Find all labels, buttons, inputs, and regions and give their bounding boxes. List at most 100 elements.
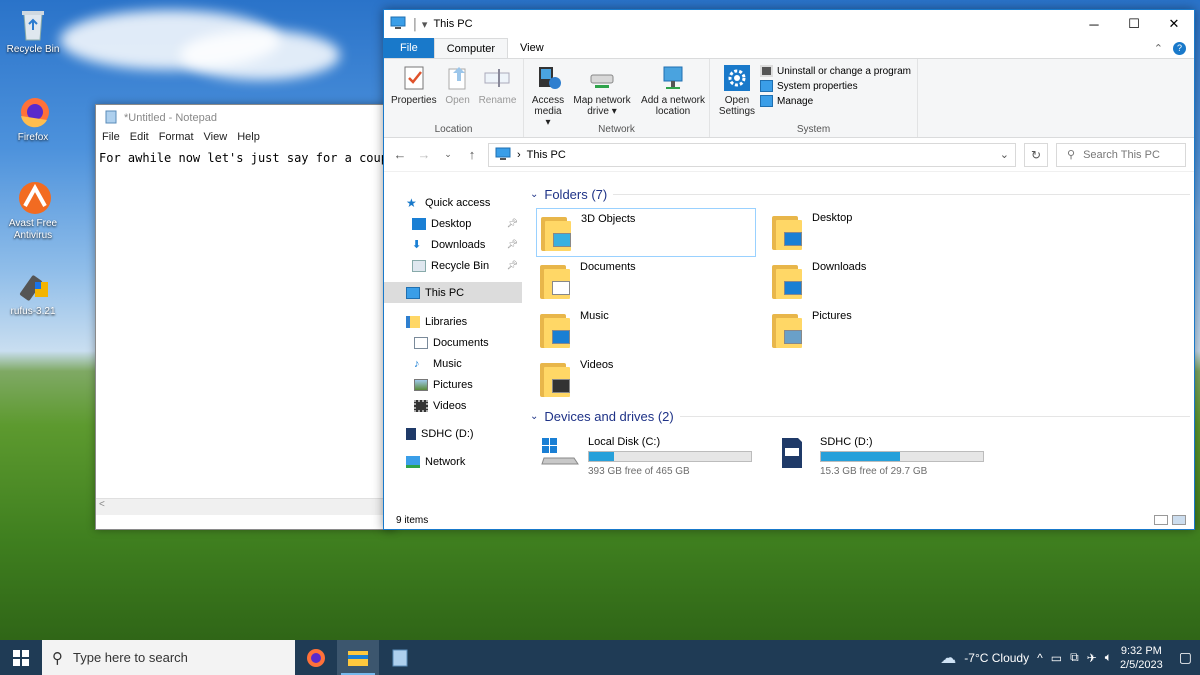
nav-item-quick-access[interactable]: ★ Quick access	[384, 192, 522, 213]
tab-view[interactable]: View	[508, 38, 556, 58]
file-explorer-window[interactable]: │ ▾ This PC ─ ☐ ✕ File Computer View ⌃? …	[383, 9, 1195, 530]
menu-edit[interactable]: Edit	[130, 131, 149, 149]
open-settings-button[interactable]: Open Settings	[714, 63, 760, 121]
address-dropdown[interactable]: ⌄	[1000, 148, 1009, 161]
battery-icon[interactable]: ▭	[1051, 651, 1062, 665]
properties-button[interactable]: Properties	[388, 63, 440, 121]
notepad-title: *Untitled - Notepad	[124, 112, 217, 124]
nav-label: Desktop	[431, 217, 472, 230]
nav-label: Videos	[433, 399, 467, 412]
notepad-icon	[392, 649, 408, 666]
taskbar-notepad[interactable]	[379, 640, 421, 675]
folder-item[interactable]: Downloads	[768, 257, 988, 306]
forward-button[interactable]: →	[416, 147, 432, 162]
system-properties-button[interactable]: System properties	[760, 80, 911, 92]
folder-item[interactable]: Documents	[536, 257, 756, 306]
weather-widget[interactable]: -7°C Cloudy	[964, 651, 1029, 665]
manage-button[interactable]: Manage	[760, 95, 911, 107]
taskbar-file-explorer[interactable]	[337, 640, 379, 675]
airplane-icon[interactable]: ✈	[1087, 651, 1097, 665]
music-note-icon: ♪	[414, 357, 420, 370]
quick-access-toolbar-dropdown[interactable]: │ ▾	[412, 18, 427, 31]
maximize-button[interactable]: ☐	[1114, 10, 1154, 38]
back-button[interactable]: ←	[392, 147, 408, 162]
folder-item[interactable]: Pictures	[768, 306, 988, 355]
tab-computer[interactable]: Computer	[433, 38, 509, 58]
ribbon-collapse-icon[interactable]: ⌃	[1154, 42, 1163, 55]
folder-item[interactable]: Music	[536, 306, 756, 355]
large-icons-view-icon[interactable]	[1172, 515, 1186, 525]
desktop-icon-firefox[interactable]: Firefox	[2, 94, 64, 144]
desktop-icon-recycle-bin[interactable]: Recycle Bin	[2, 6, 64, 56]
details-view-icon[interactable]	[1154, 515, 1168, 525]
folder-item[interactable]: Desktop	[768, 208, 988, 257]
nav-item-sdhc[interactable]: SDHC (D:)	[384, 423, 522, 444]
menu-format[interactable]: Format	[159, 131, 194, 149]
tab-file[interactable]: File	[384, 38, 434, 58]
search-box[interactable]: ⚲ Search This PC	[1056, 142, 1186, 167]
nav-item-recycle-bin[interactable]: Recycle Bin 📌︎	[384, 255, 522, 276]
desktop-icon-rufus[interactable]: rufus-3.21	[2, 268, 64, 318]
address-bar[interactable]: › This PC ⌄	[488, 142, 1016, 167]
taskbar-search-box[interactable]: ⚲ Type here to search	[42, 640, 295, 675]
drive-usage-fill	[821, 452, 900, 461]
menu-help[interactable]: Help	[237, 131, 260, 149]
desktop-icon-avast[interactable]: Avast Free Antivirus	[2, 180, 64, 242]
breadcrumb-separator[interactable]: ›	[517, 149, 521, 161]
download-icon: ⬇	[412, 238, 422, 251]
up-button[interactable]: ↑	[464, 147, 480, 162]
clock[interactable]: 9:32 PM 2/5/2023	[1120, 644, 1163, 672]
folders-section-header[interactable]: ⌄ Folders (7)	[530, 184, 1194, 204]
scroll-left-arrow[interactable]: <	[99, 499, 105, 510]
section-title: Folders (7)	[544, 186, 608, 202]
close-button[interactable]: ✕	[1154, 10, 1194, 38]
open-button[interactable]: Open	[440, 63, 476, 121]
nav-item-pictures[interactable]: Pictures	[384, 374, 522, 395]
rename-button[interactable]: Rename	[476, 63, 520, 121]
nav-item-documents[interactable]: Documents	[384, 332, 522, 353]
pin-icon[interactable]: 📌︎	[507, 260, 518, 271]
chevron-up-icon[interactable]: ^	[1037, 651, 1043, 665]
drive-item-sdhc[interactable]: SDHC (D:) 15.3 GB free of 29.7 GB	[768, 432, 988, 481]
uninstall-program-button[interactable]: Uninstall or change a program	[760, 65, 911, 77]
menu-file[interactable]: File	[102, 131, 120, 149]
drive-name: Local Disk (C:)	[588, 436, 661, 448]
folder-name: 3D Objects	[581, 213, 636, 225]
drive-item-local-disk[interactable]: Local Disk (C:) 393 GB free of 465 GB	[536, 432, 756, 481]
help-icon[interactable]: ?	[1173, 41, 1186, 55]
drives-section-header[interactable]: ⌄ Devices and drives (2)	[530, 406, 1194, 426]
refresh-button[interactable]: ↻	[1024, 142, 1048, 167]
nav-item-desktop[interactable]: Desktop 📌︎	[384, 213, 522, 234]
folder-item[interactable]: 3D Objects	[536, 208, 756, 257]
drive-free-space: 15.3 GB free of 29.7 GB	[820, 466, 928, 477]
nav-item-libraries[interactable]: Libraries	[384, 311, 522, 332]
notifications-icon[interactable]: ▢	[1179, 649, 1192, 666]
notepad-titlebar[interactable]: *Untitled - Notepad	[96, 105, 394, 131]
network-status-icon[interactable]: ⧉	[1070, 650, 1079, 665]
explorer-titlebar[interactable]: │ ▾ This PC ─ ☐ ✕	[384, 10, 1194, 38]
recent-locations-dropdown[interactable]: ⌄	[440, 149, 456, 160]
pin-icon[interactable]: 📌︎	[507, 218, 518, 229]
minimize-button[interactable]: ─	[1074, 10, 1114, 38]
volume-icon[interactable]: 🔈︎	[1105, 650, 1112, 665]
map-network-drive-button[interactable]: Map network drive ▾	[568, 63, 636, 121]
notepad-window[interactable]: *Untitled - Notepad File Edit Format Vie…	[95, 104, 395, 530]
folder-item[interactable]: Videos	[536, 355, 756, 404]
star-icon: ★	[406, 195, 417, 210]
start-button[interactable]	[0, 640, 42, 675]
taskbar-firefox[interactable]	[295, 640, 337, 675]
menu-view[interactable]: View	[204, 131, 228, 149]
nav-item-network[interactable]: Network	[384, 451, 522, 472]
nav-item-videos[interactable]: Videos	[384, 395, 522, 416]
pin-icon[interactable]: 📌︎	[507, 239, 518, 250]
nav-item-this-pc[interactable]: This PC	[384, 282, 522, 303]
horizontal-scrollbar[interactable]: <	[96, 498, 394, 515]
notepad-text-area[interactable]: For awhile now let's just say for a coup…	[96, 149, 394, 167]
nav-item-music[interactable]: ♪ Music	[384, 353, 522, 374]
nav-item-downloads[interactable]: ⬇ Downloads 📌︎	[384, 234, 522, 255]
access-media-button[interactable]: Access media ▾	[528, 63, 568, 128]
breadcrumb-this-pc[interactable]: This PC	[527, 149, 566, 161]
add-network-location-button[interactable]: Add a network location	[636, 63, 710, 121]
ribbon-group-label: System	[796, 124, 831, 135]
ribbon-group-system: Open Settings Uninstall or change a prog…	[710, 59, 918, 137]
